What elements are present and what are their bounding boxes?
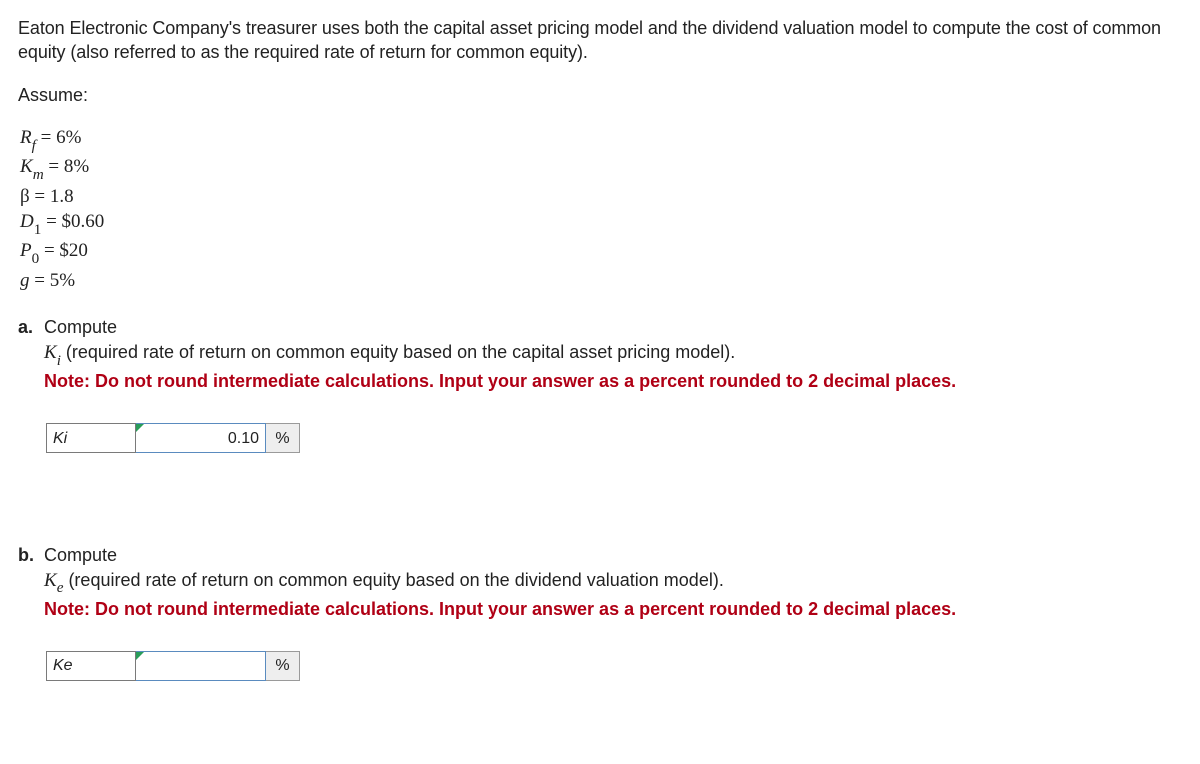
assumption-beta: β = 1.8 bbox=[20, 184, 1182, 210]
assumption-km: Km = 8% bbox=[20, 154, 1182, 183]
qa-compute: Compute bbox=[44, 317, 117, 337]
qa-answer-value: 0.10 bbox=[228, 428, 259, 450]
qa-note: Note: Do not round intermediate calculat… bbox=[44, 371, 956, 391]
qb-percent-unit: % bbox=[266, 651, 300, 681]
qa-variable: Ki bbox=[44, 342, 61, 363]
edited-indicator-icon bbox=[136, 652, 144, 660]
assumption-g: g = 5% bbox=[20, 268, 1182, 294]
km-value: 8% bbox=[64, 156, 89, 177]
qa-answer-input[interactable]: 0.10 bbox=[136, 423, 266, 453]
question-a: a. Compute Ki (required rate of return o… bbox=[18, 315, 1182, 393]
qb-answer-area: Ke % bbox=[46, 651, 1182, 681]
qa-answer-label: Ki bbox=[46, 423, 136, 453]
qa-percent-unit: % bbox=[266, 423, 300, 453]
qb-note: Note: Do not round intermediate calculat… bbox=[44, 599, 956, 619]
assumptions-list: Rf = 6% Km = 8% β = 1.8 D1 = $0.60 P0 = … bbox=[20, 125, 1182, 294]
qb-letter: b. bbox=[18, 543, 44, 621]
edited-indicator-icon bbox=[136, 424, 144, 432]
qa-description: (required rate of return on common equit… bbox=[61, 342, 735, 362]
assumption-rf: Rf = 6% bbox=[20, 125, 1182, 154]
rf-value: 6% bbox=[56, 127, 81, 148]
assumption-p0: P0 = $20 bbox=[20, 238, 1182, 267]
d1-value: $0.60 bbox=[62, 211, 105, 232]
qb-answer-input[interactable] bbox=[136, 651, 266, 681]
qb-description: (required rate of return on common equit… bbox=[63, 570, 723, 590]
beta-value: 1.8 bbox=[50, 186, 74, 207]
qb-compute: Compute bbox=[44, 545, 117, 565]
assumption-d1: D1 = $0.60 bbox=[20, 209, 1182, 238]
qb-answer-label: Ke bbox=[46, 651, 136, 681]
qa-letter: a. bbox=[18, 315, 44, 393]
problem-intro: Eaton Electronic Company's treasurer use… bbox=[18, 16, 1182, 65]
question-b: b. Compute Ke (required rate of return o… bbox=[18, 543, 1182, 621]
p0-value: $20 bbox=[59, 240, 88, 261]
qb-variable: Ke bbox=[44, 570, 63, 591]
qa-answer-area: Ki 0.10 % bbox=[46, 423, 1182, 453]
assume-heading: Assume: bbox=[18, 83, 1182, 107]
g-value: 5% bbox=[50, 270, 75, 291]
